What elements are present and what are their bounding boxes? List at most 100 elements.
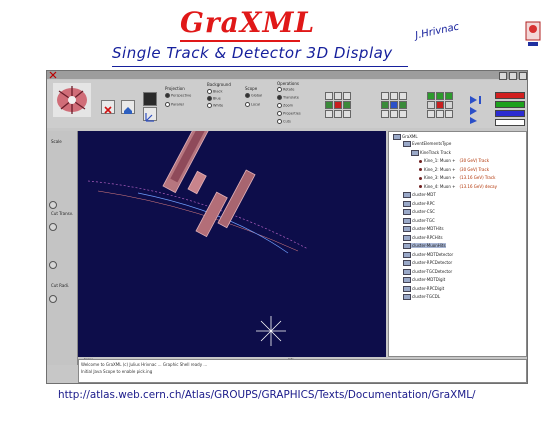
operation-cuts[interactable]: Cuts [277,119,291,124]
folder-icon [403,277,411,283]
projection-option-parallel[interactable]: Parallel [165,102,184,107]
rotate-down-left-icon[interactable] [325,110,333,118]
background-option-blue[interactable]: Blue [207,96,221,101]
rotate-left-icon[interactable] [325,101,333,109]
home-button[interactable] [121,100,135,114]
tree-item[interactable]: cluster-MDT [403,192,436,198]
rotate-up-right-icon[interactable] [343,92,351,100]
play-controls-icon[interactable] [467,94,489,124]
toolbar: Projection Perspective Parallel Backgrou… [47,80,527,128]
zoom-b-icon[interactable] [436,92,444,100]
tree-item[interactable]: cluster-RPC [403,200,435,207]
tree-item-label: cluster-TGC [412,217,435,223]
translate-left-icon[interactable] [381,101,389,109]
tree-item[interactable]: cluster-TGCDetector [403,268,452,275]
translate-down-icon[interactable] [390,110,398,118]
color-bar-white[interactable] [495,119,525,126]
tree-item-label: cluster-MDTDigit [412,277,446,282]
rotate-right-icon[interactable] [343,101,351,109]
tree-item[interactable]: cluster-TGCDL [403,294,440,300]
tree-item[interactable]: Kine_4: Muon + (13.16 GeV) decay [419,184,497,189]
color-bar-green[interactable] [495,101,525,108]
operation-zoom[interactable]: Zoom [277,103,293,108]
scope-label: Scope [245,86,258,91]
translate-up-right-icon[interactable] [399,92,407,100]
rotate-up-left-icon[interactable] [325,92,333,100]
color-bar-blue[interactable] [495,110,525,117]
scale-slider[interactable] [49,201,57,209]
view-button-top[interactable] [143,92,157,106]
cut-radius-slider[interactable] [49,295,57,303]
view-button-bottom[interactable] [143,107,157,122]
translate-up-icon[interactable] [390,92,398,100]
scope-option-local[interactable]: Local [245,102,260,107]
documentation-link[interactable]: http://atlas.web.cern.ch/Atlas/GROUPS/GR… [58,389,476,401]
tree-item-label: Kine_3: Muon + [424,175,456,180]
zoom-e-icon[interactable] [436,101,444,109]
zoom-c-icon[interactable] [445,92,453,100]
tree-item[interactable]: EventElementsType [403,141,451,147]
clear-button[interactable] [101,100,115,114]
tree-item[interactable]: cluster-RPCDigit [403,285,444,292]
tree-item[interactable]: Kine_3: Muon + (13.16 GeV) Track [419,175,495,180]
rotate-up-icon[interactable] [334,92,342,100]
author-signature: J.Hrivnac [414,21,461,42]
event-display-icon [87,131,309,346]
tree-item[interactable]: cluster-CSC [403,209,435,215]
track-dot-icon [419,159,422,163]
tree-item[interactable]: cluster-MDTDigit [403,277,446,283]
operation-rotate[interactable]: Rotate [277,87,294,92]
zoom-i-icon[interactable] [445,110,453,118]
tree-item[interactable]: cluster-RPCDetector [403,260,452,266]
background-option-white[interactable]: White [207,103,223,108]
cut-transverse-label: Cut Transv. [51,211,74,216]
3d-view-canvas[interactable] [78,131,386,357]
track-dot-icon [419,185,422,188]
color-bar-red[interactable] [495,92,525,99]
zoom-h-icon[interactable] [436,110,444,118]
rotate-controls [325,92,351,118]
translate-right-icon[interactable] [399,101,407,109]
tree-item[interactable]: Kine_1: Muon + (30 GeV) Track [419,158,489,163]
zoom-f-icon[interactable] [445,101,453,109]
axes-icon [145,113,154,122]
zoom-controls [427,92,453,118]
zoom-a-icon[interactable] [427,92,435,100]
window-close-icon[interactable] [49,71,57,79]
tree-item[interactable]: Kine_2: Muon + (30 GeV) Track [419,167,489,172]
tree-item-detail: (30 GeV) Track [459,158,490,163]
folder-icon [403,141,411,147]
zoom-d-icon[interactable] [427,101,435,109]
background-label: Background [207,82,231,87]
tree-item[interactable]: cluster-MDTDetector [403,251,453,258]
tree-root[interactable]: GraXML [393,134,418,140]
page-subtitle: Single Track & Detector 3D Display [112,44,393,62]
translate-up-left-icon[interactable] [381,92,389,100]
background-option-black[interactable]: Black [207,89,222,94]
translate-down-left-icon[interactable] [381,110,389,118]
tree-item[interactable]: cluster-MDTHits [403,226,444,232]
status-line-1: Welcome to GraXML (c) Julius Hrivnac ...… [81,362,208,367]
window-iconify-button[interactable] [519,72,527,80]
operation-properties[interactable]: Properties [277,111,301,116]
cut-transverse-slider-2[interactable] [49,261,57,269]
rotate-center-icon[interactable] [334,101,342,109]
rotate-down-right-icon[interactable] [343,110,351,118]
translate-center-icon[interactable] [390,101,398,109]
folder-icon [403,217,411,224]
scope-option-global[interactable]: Global [245,93,262,98]
tree-item[interactable]: cluster-RPCHits [403,234,443,241]
window-minimize-button[interactable] [499,72,507,80]
folder-icon [403,268,411,275]
window-titlebar [47,71,527,80]
cut-transverse-slider[interactable] [49,223,57,231]
tree-item[interactable]: cluster-MuonHits [403,243,446,249]
window-maximize-button[interactable] [509,72,517,80]
projection-option-perspective[interactable]: Perspective [165,93,191,98]
tree-item[interactable]: KineTrack Track [411,149,451,156]
tree-item[interactable]: cluster-TGC [403,217,435,224]
translate-down-right-icon[interactable] [399,110,407,118]
operation-translate[interactable]: Translate [277,95,299,100]
zoom-g-icon[interactable] [427,110,435,118]
rotate-down-icon[interactable] [334,110,342,118]
